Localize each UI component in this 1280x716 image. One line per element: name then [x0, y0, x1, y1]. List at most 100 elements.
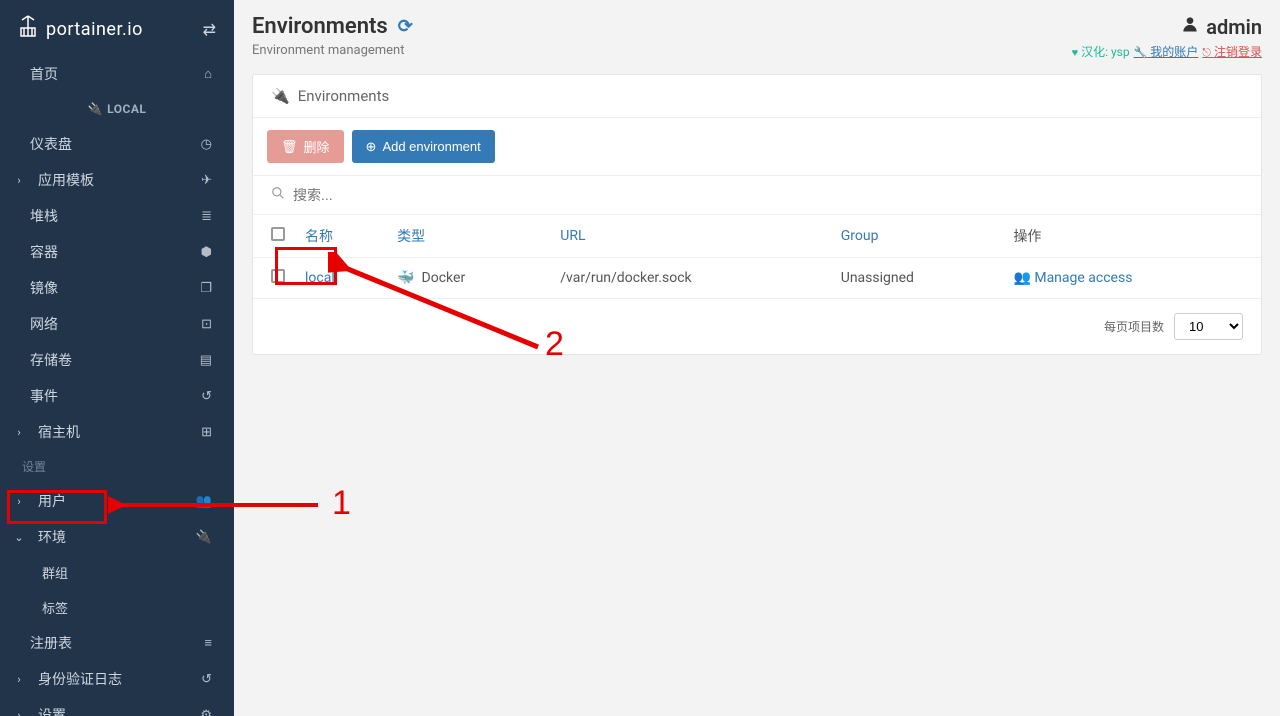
docker-icon: 🐳 [397, 270, 414, 286]
nav-item-标签[interactable]: 标签 [0, 590, 234, 625]
nav-label: 设置 [38, 705, 66, 716]
chevron-icon: › [12, 495, 26, 508]
nav-item-堆栈[interactable]: 堆栈≣ [0, 198, 234, 234]
annotation-label-1: 1 [332, 484, 351, 523]
page-title: Environments ⟳ [252, 14, 413, 39]
nav-label: 仪表盘 [30, 134, 72, 154]
plus-circle-icon: ⊕ [366, 139, 377, 155]
env-group: Unassigned [831, 258, 1004, 299]
nav-label: 存储卷 [30, 350, 72, 370]
nav-home[interactable]: 首页 ⌂ [0, 56, 234, 92]
page-size-select[interactable]: 10 [1174, 313, 1243, 340]
sidebar-toggle-icon[interactable]: ⇄ [203, 20, 216, 39]
brand[interactable]: portainer.io [18, 14, 143, 44]
select-all-checkbox[interactable] [271, 227, 285, 241]
tachometer-icon: ◷ [201, 137, 212, 152]
col-actions: 操作 [1003, 215, 1261, 258]
nav-label: 容器 [30, 242, 58, 262]
nav-label: 事件 [30, 386, 58, 406]
nav-item-身份验证日志[interactable]: ›身份验证日志↺ [0, 661, 234, 697]
col-url[interactable]: URL [550, 215, 831, 258]
plug-icon: 🔌 [271, 87, 290, 105]
sidebar-header: portainer.io ⇄ [0, 0, 234, 56]
plug-icon: 🔌 [196, 530, 212, 545]
nav-item-用户[interactable]: ›用户👥 [0, 483, 234, 519]
user-icon [1180, 14, 1200, 39]
nav-item-设置[interactable]: › 设置 ⚙ [0, 697, 234, 716]
cubes-icon: ⬢ [201, 245, 212, 260]
nav-item-注册表[interactable]: 注册表 ≡ [0, 625, 234, 661]
link-logout[interactable]: ⎋ 注销登录 [1202, 43, 1262, 60]
nav-item-应用模板[interactable]: ›应用模板✈ [0, 162, 234, 198]
env-type: 🐳 Docker [387, 258, 550, 299]
row-checkbox[interactable] [271, 269, 285, 283]
nav-item-环境[interactable]: ⌄ 环境 🔌 [0, 519, 234, 555]
nav-item-仪表盘[interactable]: 仪表盘 ◷ [0, 126, 234, 162]
list-icon: ≣ [201, 209, 212, 224]
history-icon: ↺ [201, 389, 212, 404]
col-group[interactable]: Group [831, 215, 1004, 258]
nav-item-容器[interactable]: 容器 ⬢ [0, 234, 234, 270]
table-footer: 每页项目数 10 [253, 298, 1261, 354]
chevron-icon: › [12, 709, 26, 716]
nav-section-local: 🔌LOCAL [0, 92, 234, 126]
database-icon: ≡ [204, 635, 212, 651]
panel-title: 🔌 Environments [253, 75, 1261, 118]
nav-label: 环境 [38, 527, 66, 547]
rocket-icon: ✈ [201, 173, 212, 188]
search-input[interactable] [293, 187, 1243, 203]
page-subtitle: Environment management [252, 43, 413, 58]
users-icon: 👥 [1013, 270, 1030, 286]
nav-label: 标签 [42, 598, 68, 617]
search-icon [271, 186, 285, 204]
search-bar [253, 175, 1261, 214]
chevron-icon: › [12, 426, 26, 439]
nav-label: 注册表 [30, 633, 72, 653]
nav-item-宿主机[interactable]: ›宿主机⊞ [0, 414, 234, 450]
link-translation[interactable]: ♥ 汉化: ysp [1072, 43, 1130, 60]
page-header: Environments ⟳ Environment management ad… [252, 14, 1262, 60]
nav-heading-settings: 设置 [0, 450, 234, 483]
nav-label: 身份验证日志 [38, 669, 122, 689]
sitemap-icon: ⊡ [201, 317, 212, 332]
hdd-icon: ▤ [200, 353, 212, 368]
chevron-icon: ⌄ [12, 531, 26, 544]
delete-button[interactable]: 🗑删除 [267, 130, 344, 163]
users-icon: 👥 [196, 494, 212, 509]
sidebar: portainer.io ⇄ 首页 ⌂ 🔌LOCAL 仪表盘 ◷ › 应用模板 ✈ 堆栈≣… [0, 0, 234, 716]
refresh-icon[interactable]: ⟳ [398, 16, 413, 37]
nav-item-群组[interactable]: 群组 [0, 555, 234, 590]
nav-label: 镜像 [30, 278, 58, 298]
signout-icon: ⎋ [1202, 46, 1211, 59]
col-type[interactable]: 类型 [387, 215, 550, 258]
th-icon: ⊞ [201, 425, 212, 440]
cogs-icon: ⚙ [200, 708, 212, 716]
home-icon: ⌂ [204, 66, 212, 82]
heart-icon: ♥ [1072, 46, 1079, 59]
nav-item-镜像[interactable]: 镜像 ❐ [0, 270, 234, 306]
nav-item-网络[interactable]: 网络 ⊡ [0, 306, 234, 342]
env-url: /var/run/docker.sock [550, 258, 831, 299]
add-environment-button[interactable]: ⊕Add environment [352, 130, 495, 163]
nav-label: 网络 [30, 314, 58, 334]
user-links: ♥ 汉化: ysp 🔧 我的账户 ⎋ 注销登录 [1072, 43, 1262, 60]
nav-home-label: 首页 [30, 64, 58, 84]
nav-label: 应用模板 [38, 170, 94, 190]
main-content: Environments ⟳ Environment management ad… [234, 0, 1280, 369]
nav-item-事件[interactable]: 事件 ↺ [0, 378, 234, 414]
environments-panel: 🔌 Environments 🗑删除 ⊕Add environment 名称 类… [252, 74, 1262, 355]
manage-access-link[interactable]: 👥 Manage access [1013, 270, 1132, 286]
trash-icon: 🗑 [281, 139, 298, 155]
clone-icon: ❐ [200, 281, 212, 296]
env-name-link[interactable]: local [305, 270, 335, 286]
nav-label: 群组 [42, 563, 68, 582]
user-display[interactable]: admin [1072, 14, 1262, 39]
nav-item-存储卷[interactable]: 存储卷 ▤ [0, 342, 234, 378]
wrench-icon: 🔧 [1134, 46, 1148, 59]
col-name[interactable]: 名称 [295, 215, 387, 258]
toolbar: 🗑删除 ⊕Add environment [253, 118, 1261, 175]
brand-text: portainer.io [46, 19, 143, 40]
environments-table: 名称 类型 URL Group 操作 local 🐳 Docker/var/run… [253, 214, 1261, 298]
link-my-account[interactable]: 🔧 我的账户 [1134, 43, 1199, 60]
plug-icon: 🔌 [88, 102, 103, 116]
